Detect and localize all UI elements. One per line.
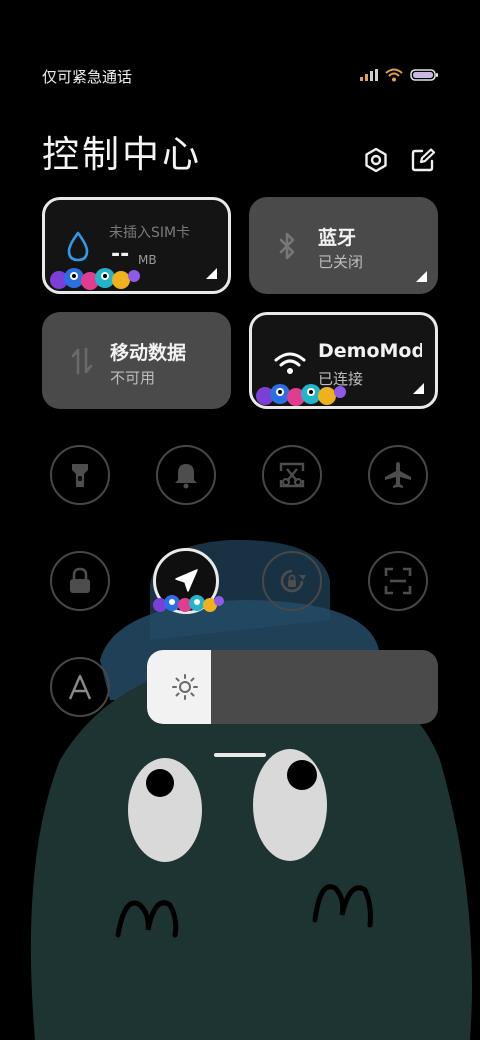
letter-a-icon: [68, 674, 92, 700]
tile-corner-indicator: [206, 268, 217, 279]
tile-corner-indicator: [413, 383, 424, 394]
wifi-network-name: DemoMod: [318, 340, 422, 362]
lock-screen-toggle[interactable]: [50, 551, 110, 611]
battery-icon: [410, 69, 438, 81]
edit-icon: [411, 148, 436, 172]
sound-toggle[interactable]: [156, 445, 216, 505]
scan-icon: [384, 567, 412, 595]
bluetooth-tile[interactable]: 蓝牙 已关闭: [249, 197, 438, 294]
carrier-status-text: 仅可紧急通话: [42, 68, 133, 86]
lock-icon: [70, 567, 90, 593]
auto-rotate-toggle[interactable]: [262, 551, 322, 611]
signal-icon: [360, 69, 378, 81]
brightness-slider[interactable]: [147, 650, 438, 724]
mobile-data-title: 移动数据: [110, 342, 187, 364]
monster-sticker: [50, 268, 140, 290]
status-bar: 仅可紧急通话: [42, 62, 438, 90]
settings-icon: [365, 147, 387, 173]
bluetooth-icon: [279, 232, 295, 260]
bell-icon: [175, 464, 197, 489]
sun-icon: [172, 674, 198, 700]
page-title: 控制中心: [42, 133, 202, 176]
screenshot-icon: [279, 462, 305, 488]
bluetooth-title: 蓝牙: [318, 227, 357, 249]
flashlight-toggle[interactable]: [50, 445, 110, 505]
settings-button[interactable]: [361, 145, 391, 175]
data-usage-unit: MB: [138, 253, 157, 267]
bluetooth-status: 已关闭: [318, 253, 364, 271]
tile-corner-indicator: [416, 271, 427, 282]
wifi-icon: [385, 68, 403, 82]
screenshot-toggle[interactable]: [262, 445, 322, 505]
control-center-screen: 仅可紧急通话 控制中心 未插入SIM卡 -- MB 蓝牙 已关闭 移动数据 不可…: [0, 0, 480, 1040]
mobile-data-tile[interactable]: 移动数据 不可用: [42, 312, 231, 409]
airplane-icon: [385, 462, 411, 488]
drag-handle[interactable]: [214, 753, 266, 757]
sim-status-label: 未插入SIM卡: [109, 225, 191, 241]
mobile-data-status: 不可用: [110, 369, 156, 387]
scanner-toggle[interactable]: [368, 551, 428, 611]
monster-sticker: [256, 384, 346, 406]
rotation-lock-icon: [280, 569, 306, 593]
water-drop-icon: [67, 231, 89, 262]
airplane-mode-toggle[interactable]: [368, 445, 428, 505]
status-icons: [360, 68, 438, 82]
monster-sticker: [153, 595, 224, 612]
data-transfer-icon: [71, 347, 93, 375]
flashlight-icon: [72, 464, 88, 487]
edit-button[interactable]: [408, 145, 438, 175]
auto-brightness-toggle[interactable]: [50, 657, 110, 717]
wifi-icon: [274, 352, 306, 374]
